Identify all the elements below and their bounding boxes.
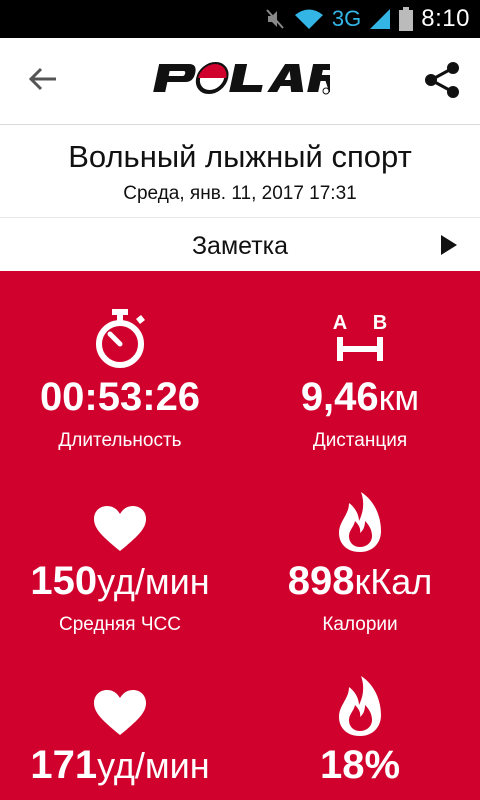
play-arrow-icon: [441, 235, 457, 255]
back-arrow-icon[interactable]: [26, 62, 60, 96]
stat-max-heart-rate: 171уд/мин: [0, 673, 240, 798]
wifi-icon: [294, 9, 323, 29]
summary-panel: 00:53:26 Длительность A B 9,46км Дистанц…: [0, 271, 480, 800]
stat-value: 171уд/мин: [30, 743, 210, 787]
stat-avg-heart-rate: 150уд/мин Средняя ЧСС: [0, 489, 240, 636]
app-bar: [0, 38, 480, 125]
stat-value: 898кКал: [287, 559, 433, 603]
stat-value: 150уд/мин: [30, 559, 210, 603]
signal-icon: [370, 9, 391, 29]
stopwatch-icon: [96, 309, 145, 368]
svg-text:B: B: [373, 312, 387, 334]
heart-icon: [94, 690, 146, 735]
polar-logo: [150, 60, 346, 101]
stat-label: Средняя ЧСС: [59, 614, 181, 635]
stat-calories: 898кКал Калории: [240, 489, 480, 636]
note-row[interactable]: Заметка: [0, 218, 480, 271]
battery-icon: [399, 7, 414, 31]
stat-label: Калории: [322, 614, 398, 635]
stat-distance: A B 9,46км Дистанция: [240, 305, 480, 452]
status-icons: 3G 8:10: [264, 0, 470, 38]
stat-fat-burn: 18%: [240, 673, 480, 798]
flame-icon: [339, 492, 381, 552]
stat-value: 18%: [319, 743, 401, 787]
stat-label: Длительность: [58, 430, 182, 451]
note-label: Заметка: [191, 232, 289, 260]
mute-icon: [266, 9, 284, 29]
flame-icon: [339, 676, 381, 736]
session-header: Вольный лыжный спорт Среда, янв. 11, 201…: [0, 125, 480, 218]
stat-duration: 00:53:26 Длительность: [0, 305, 240, 452]
clock: 8:10: [421, 5, 470, 32]
heart-icon: [94, 506, 146, 551]
stat-value: 00:53:26: [39, 375, 201, 419]
session-title: Вольный лыжный спорт: [68, 139, 412, 174]
stat-value: 9,46км: [300, 375, 420, 419]
svg-text:A: A: [333, 312, 347, 334]
network-type: 3G: [331, 6, 362, 31]
share-icon[interactable]: [422, 60, 462, 100]
stat-label: Дистанция: [312, 430, 408, 451]
status-bar: 3G 8:10: [0, 0, 480, 38]
distance-ab-icon: A B: [333, 312, 387, 361]
session-datetime: Среда, янв. 11, 2017 17:31: [123, 183, 357, 204]
